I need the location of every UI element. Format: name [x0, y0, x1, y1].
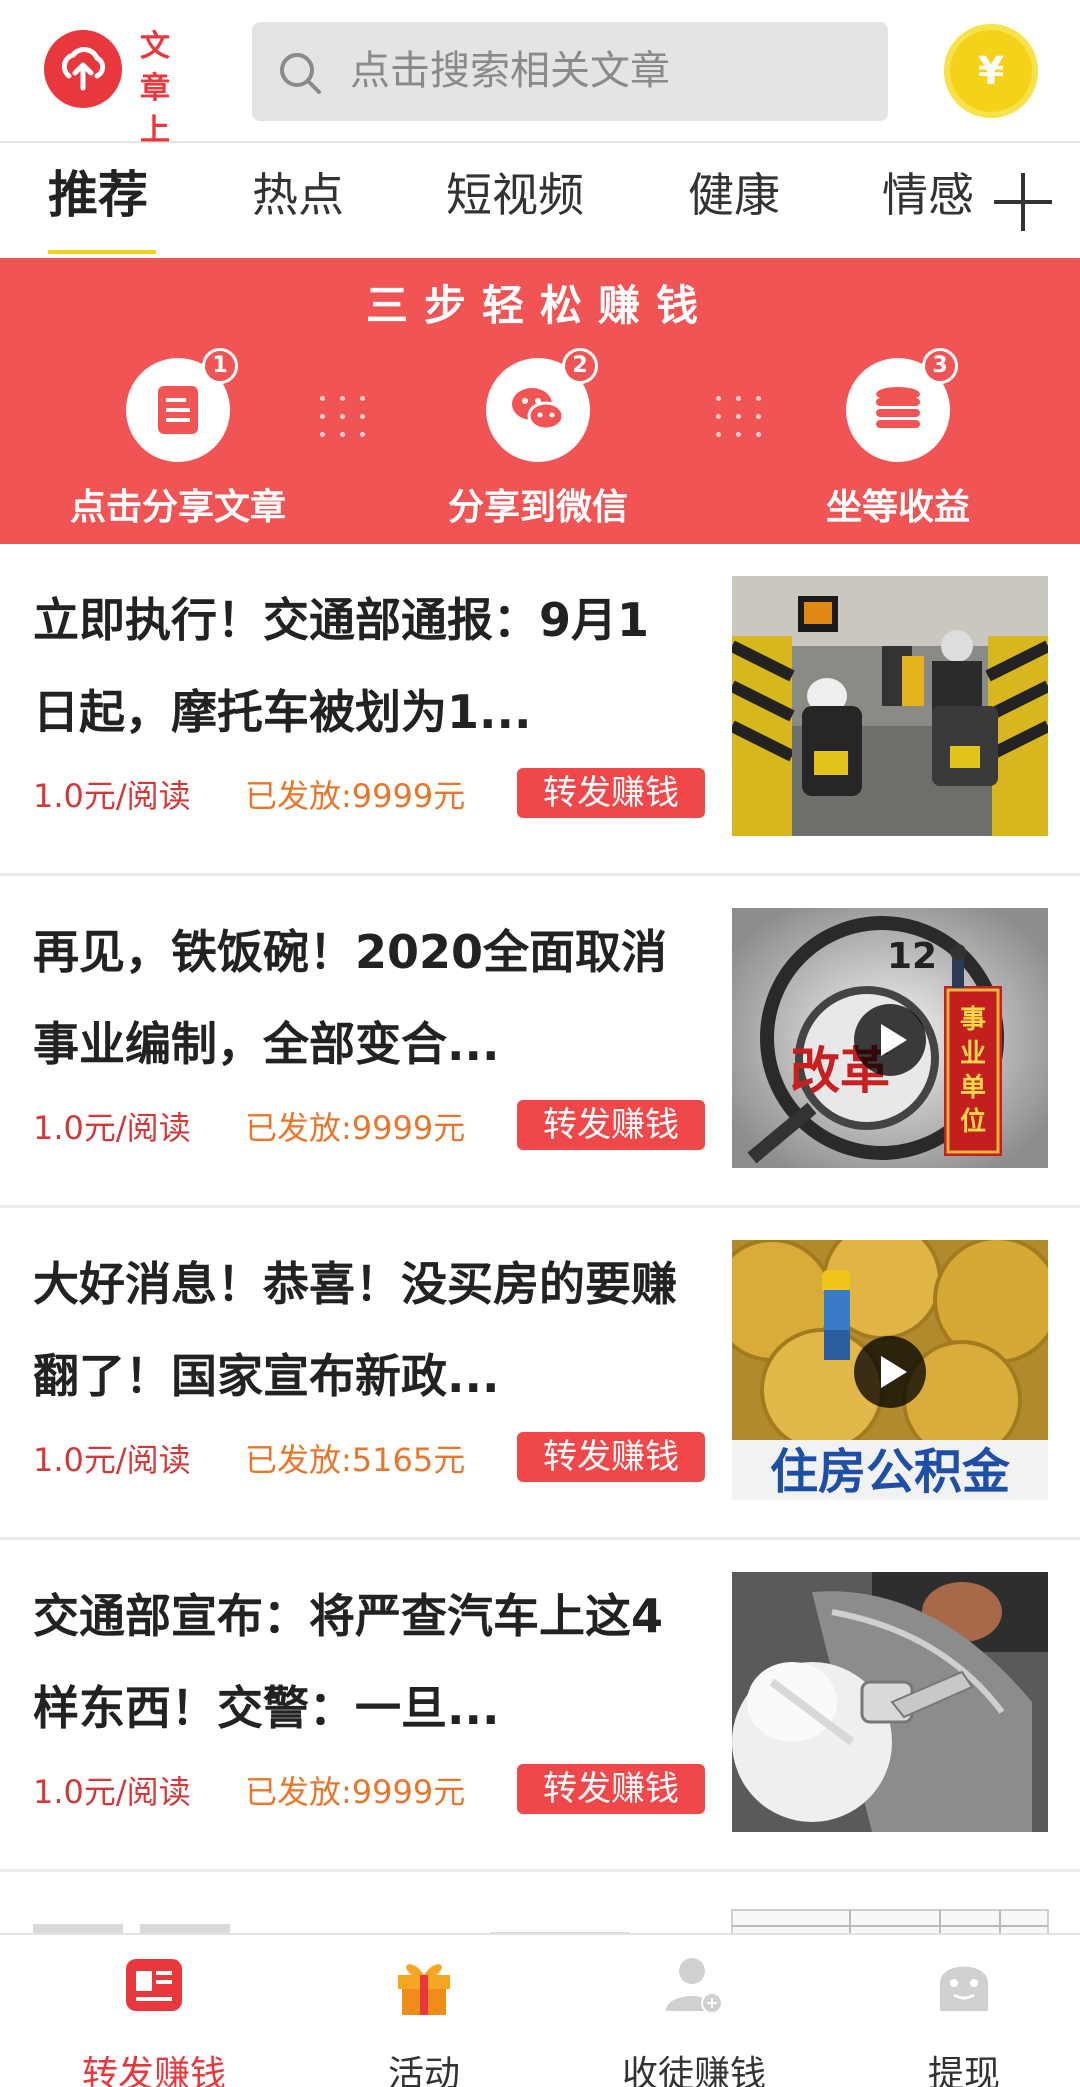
tab-recommend[interactable]: 推荐: [48, 167, 148, 223]
share-earn-button[interactable]: 转发赚钱: [517, 1432, 705, 1482]
earn-steps-banner[interactable]: 三步轻松赚钱 1 点击分享文章 2 分享到微信 3 坐等收益: [0, 258, 1080, 544]
search-input[interactable]: 点击搜索相关文章: [252, 22, 888, 121]
nav-label: 提现: [927, 2054, 1000, 2087]
bottom-navigation: 转发赚钱 活动 收徒赚钱 提现: [0, 1933, 1080, 2087]
tab-emotion[interactable]: 情感: [882, 167, 974, 223]
article-title[interactable]: 立即执行！交通部通报：9月1日起，摩托车被划为1...: [33, 574, 693, 758]
step-label: 点击分享文章: [69, 487, 286, 528]
nav-activity[interactable]: 活动: [324, 1953, 524, 2087]
paid-amount: 已发放:9999元: [245, 1773, 466, 1811]
paid-amount: 已发放:9999元: [245, 777, 466, 815]
play-icon[interactable]: [854, 1336, 926, 1408]
step-number: 1: [202, 348, 238, 384]
nav-share-earn[interactable]: 转发赚钱: [54, 1953, 254, 2087]
thumb-caption-housing-fund: 住房公积金: [770, 1444, 1011, 1500]
article-thumbnail[interactable]: [732, 1572, 1048, 1832]
article-meta: 1.0元/阅读 已发放:9999元 转发赚钱: [33, 1764, 713, 1816]
add-tab-icon[interactable]: [994, 173, 1052, 231]
share-earn-button[interactable]: 转发赚钱: [517, 1764, 705, 1814]
tab-health[interactable]: 健康: [688, 167, 780, 223]
tab-short-video[interactable]: 短视频: [446, 167, 584, 223]
article-thumbnail[interactable]: 事业单位 改革 12: [732, 908, 1048, 1168]
active-tab-indicator: [48, 250, 156, 254]
logo-text-line1: 文章: [140, 29, 178, 106]
step-number: 3: [922, 348, 958, 384]
ghost-icon: [932, 1953, 996, 2017]
header: 文章 上传 点击搜索相关文章 ¥: [0, 0, 1080, 190]
price-per-read: 1.0元/阅读: [33, 777, 191, 815]
share-earn-button[interactable]: 转发赚钱: [517, 768, 705, 818]
wechat-icon: [512, 388, 565, 431]
play-icon[interactable]: [854, 1004, 926, 1076]
article-thumbnail[interactable]: 住房公积金: [732, 1240, 1048, 1500]
step-number: 2: [562, 348, 598, 384]
article-item[interactable]: 再见，铁饭碗！2020全面取消事业编制，全部变合... 1.0元/阅读 已发放:…: [0, 878, 1080, 1208]
step-label: 分享到微信: [447, 487, 628, 528]
tab-hot[interactable]: 热点: [252, 167, 344, 223]
nav-withdraw[interactable]: 提现: [864, 1953, 1064, 2087]
price-per-read: 1.0元/阅读: [33, 1773, 191, 1811]
coin-icon[interactable]: ¥: [944, 24, 1038, 118]
article-meta: 1.0元/阅读 已发放:5165元 转发赚钱: [33, 1432, 713, 1484]
article-item[interactable]: 大好消息！恭喜！没买房的要赚翻了！国家宣布新政... 1.0元/阅读 已发放:5…: [0, 1210, 1080, 1540]
price-per-read: 1.0元/阅读: [33, 1109, 191, 1147]
add-user-icon: [662, 1953, 726, 2017]
share-earn-icon: [122, 1953, 186, 2017]
step-share-article: 1 点击分享文章: [28, 348, 328, 530]
banner-title: 三步轻松赚钱: [365, 281, 714, 330]
category-tabs: 推荐 热点 短视频 健康 情感: [0, 145, 1080, 257]
share-earn-button[interactable]: 转发赚钱: [517, 1100, 705, 1150]
paid-amount: 已发放:9999元: [245, 1109, 466, 1147]
document-icon: [158, 386, 198, 434]
article-thumbnail[interactable]: [732, 576, 1048, 836]
step-earn: 3 坐等收益: [748, 348, 1048, 530]
dots-divider: [318, 394, 372, 438]
svg-text:12: 12: [887, 936, 937, 977]
gift-icon: [392, 1953, 456, 2017]
article-title[interactable]: 交通部宣布：将严查汽车上这4样东西！交警：一旦...: [33, 1570, 693, 1754]
coin-symbol: ¥: [977, 49, 1005, 93]
article-item[interactable]: 立即执行！交通部通报：9月1日起，摩托车被划为1... 1.0元/阅读 已发放:…: [0, 546, 1080, 876]
coins-icon: [876, 387, 920, 428]
article-meta: 1.0元/阅读 已发放:9999元 转发赚钱: [33, 768, 713, 820]
nav-label: 活动: [387, 2054, 460, 2087]
step-label: 坐等收益: [825, 487, 970, 528]
step-share-wechat: 2 分享到微信: [388, 348, 688, 530]
article-meta: 1.0元/阅读 已发放:9999元 转发赚钱: [33, 1100, 713, 1152]
article-title[interactable]: 再见，铁饭碗！2020全面取消事业编制，全部变合...: [33, 906, 693, 1090]
nav-label: 转发赚钱: [81, 2054, 226, 2087]
nav-label: 收徒赚钱: [621, 2054, 766, 2087]
price-per-read: 1.0元/阅读: [33, 1441, 191, 1479]
upload-logo-icon[interactable]: [44, 30, 122, 108]
paid-amount: 已发放:5165元: [245, 1441, 466, 1479]
article-title[interactable]: 大好消息！恭喜！没买房的要赚翻了！国家宣布新政...: [33, 1238, 693, 1422]
search-icon: [280, 53, 321, 94]
article-item[interactable]: 交通部宣布：将严查汽车上这4样东西！交警：一旦... 1.0元/阅读 已发放:9…: [0, 1542, 1080, 1872]
search-placeholder: 点击搜索相关文章: [350, 48, 670, 94]
nav-recruit-earn[interactable]: 收徒赚钱: [594, 1953, 794, 2087]
